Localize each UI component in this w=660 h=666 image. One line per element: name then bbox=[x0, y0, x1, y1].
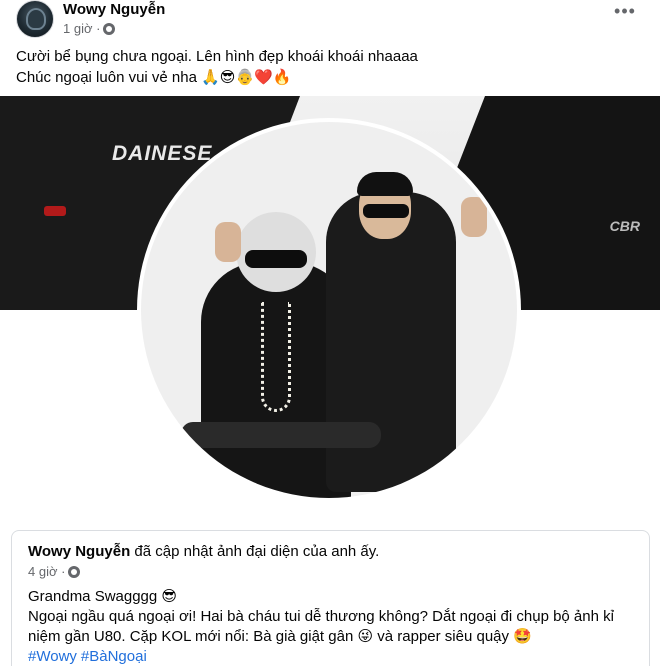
shared-line-3: niệm gần U80. Cặp KOL mới nổi: Bà già gi… bbox=[28, 628, 532, 645]
rapper-hand bbox=[461, 197, 487, 237]
shared-author-name[interactable]: Wowy Nguyễn bbox=[28, 543, 130, 560]
shared-post-title: Wowy Nguyễn đã cập nhật ảnh đại diện của… bbox=[28, 543, 379, 560]
caption-line-2: Chúc ngoại luôn vui vẻ nha 🙏😎👵❤️🔥 bbox=[16, 69, 292, 86]
shared-post-card[interactable]: Wowy Nguyễn đã cập nhật ảnh đại diện của… bbox=[11, 530, 650, 666]
shared-action-text: đã cập nhật ảnh đại diện của anh ấy. bbox=[130, 543, 380, 560]
author-avatar[interactable] bbox=[16, 0, 54, 38]
post-header: Wowy Nguyễn 1 giờ · ••• bbox=[0, 0, 660, 40]
hashtag-wowy[interactable]: #Wowy bbox=[28, 648, 77, 665]
grandma-sunglasses bbox=[245, 250, 307, 268]
shared-line-1: Grandma Swagggg 😎 bbox=[28, 588, 178, 605]
post-caption: Cười bể bụng chưa ngoại. Lên hình đẹp kh… bbox=[16, 46, 636, 88]
grandma-hand bbox=[215, 222, 241, 262]
motorbike-handlebar bbox=[181, 422, 381, 448]
post-meta: 1 giờ · bbox=[63, 21, 116, 36]
shared-post-body: Grandma Swagggg 😎 Ngoại ngầu quá ngoại ơ… bbox=[28, 587, 638, 666]
more-options-button[interactable]: ••• bbox=[612, 2, 638, 25]
globe-icon bbox=[68, 565, 81, 578]
tail-light-image bbox=[44, 206, 66, 216]
caption-line-1: Cười bể bụng chưa ngoại. Lên hình đẹp kh… bbox=[16, 48, 418, 65]
hashtag-row: #Wowy #BàNgoại bbox=[28, 647, 638, 666]
cover-brand-text: DAINESE bbox=[112, 142, 213, 165]
pearl-necklace bbox=[261, 302, 291, 412]
cover-bike-text: CBR bbox=[609, 218, 640, 234]
shared-post-time[interactable]: 4 giờ · bbox=[28, 564, 65, 579]
post-time[interactable]: 1 giờ · bbox=[63, 21, 100, 36]
shared-line-2: Ngoại ngầu quá ngoại ơi! Hai bà cháu tui… bbox=[28, 608, 614, 625]
author-name[interactable]: Wowy Nguyễn bbox=[63, 1, 165, 18]
profile-photo[interactable] bbox=[141, 122, 517, 498]
rapper-hair bbox=[357, 172, 413, 196]
rapper-sunglasses bbox=[363, 204, 409, 218]
hashtag-bangoai[interactable]: #BàNgoại bbox=[81, 648, 147, 665]
globe-icon bbox=[103, 22, 116, 35]
profile-photo-update[interactable]: DAINESE CBR bbox=[0, 96, 660, 502]
shared-post-meta: 4 giờ · bbox=[28, 564, 81, 579]
